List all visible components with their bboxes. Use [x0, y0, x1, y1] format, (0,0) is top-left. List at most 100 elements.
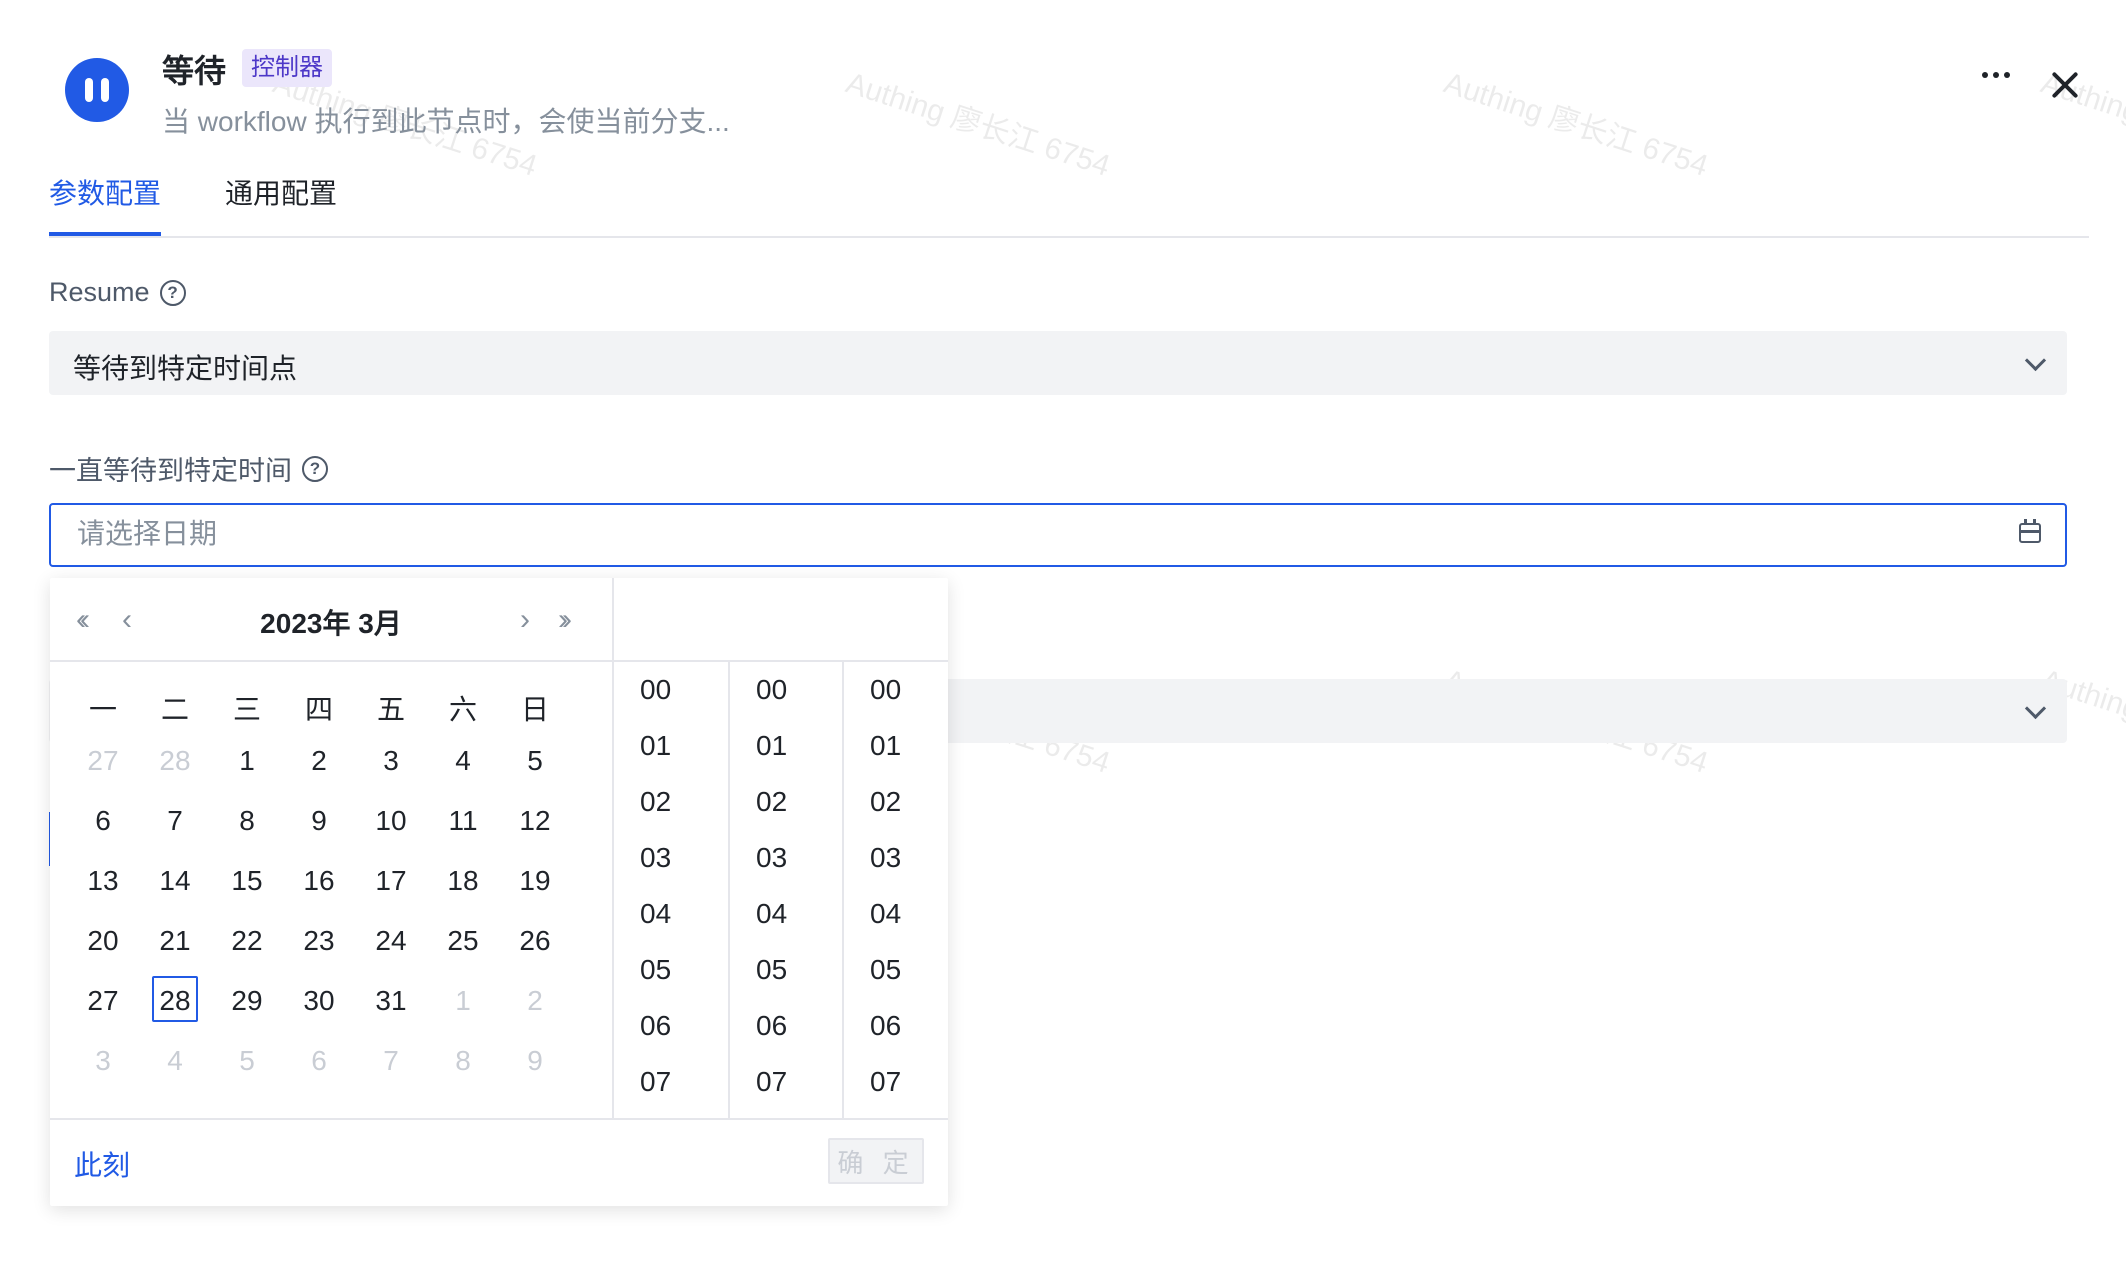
minute-option[interactable]: 02	[730, 774, 842, 830]
calendar-day[interactable]: 6	[283, 1036, 355, 1096]
calendar-day[interactable]: 10	[355, 796, 427, 856]
hour-option[interactable]: 02	[614, 774, 726, 830]
calendar-day[interactable]: 24	[355, 916, 427, 976]
close-icon[interactable]	[2050, 70, 2080, 100]
second-column[interactable]: 00 01 02 03 04 05 06 07	[842, 662, 956, 1118]
calendar-day[interactable]: 17	[355, 856, 427, 916]
hour-option[interactable]: 06	[614, 998, 726, 1054]
calendar-day[interactable]: 8	[211, 796, 283, 856]
calendar-day[interactable]: 31	[355, 976, 427, 1036]
calendar-day[interactable]: 6	[67, 796, 139, 856]
help-icon[interactable]: ?	[159, 279, 186, 306]
calendar-day[interactable]: 8	[427, 1036, 499, 1096]
calendar-day[interactable]: 5	[211, 1036, 283, 1096]
second-option[interactable]: 03	[844, 830, 956, 886]
weekday-label: 日	[520, 694, 549, 725]
second-option[interactable]: 07	[844, 1054, 956, 1110]
hour-option[interactable]: 03	[614, 830, 726, 886]
calendar-day[interactable]: 12	[499, 796, 571, 856]
second-option[interactable]: 00	[844, 662, 956, 718]
calendar-day-number: 4	[455, 745, 471, 776]
minute-option[interactable]: 04	[730, 886, 842, 942]
calendar-day-number: 8	[239, 805, 255, 836]
calendar-day[interactable]: 5	[499, 736, 571, 796]
calendar-day[interactable]: 20	[67, 916, 139, 976]
calendar-day[interactable]: 21	[139, 916, 211, 976]
calendar-day[interactable]: 22	[211, 916, 283, 976]
chevron-down-icon	[2024, 349, 2047, 372]
next-month-icon[interactable]: ›	[520, 605, 530, 635]
watermark: Authing 廖长江 6754	[1440, 66, 1712, 183]
hour-option[interactable]: 04	[614, 886, 726, 942]
hour-option[interactable]: 00	[614, 662, 726, 718]
resume-label: Resume ?	[49, 277, 186, 308]
minute-option[interactable]: 07	[730, 1054, 842, 1110]
calendar-day[interactable]: 27	[67, 736, 139, 796]
help-icon[interactable]: ?	[302, 455, 328, 482]
calendar-day[interactable]: 3	[67, 1036, 139, 1096]
tab-params-config[interactable]: 参数配置	[49, 172, 162, 236]
hour-option[interactable]: 05	[614, 942, 726, 998]
calendar-day[interactable]: 13	[67, 856, 139, 916]
date-input[interactable]	[75, 517, 1979, 551]
calendar-day[interactable]: 9	[283, 796, 355, 856]
minute-option[interactable]: 06	[730, 998, 842, 1054]
more-options-icon[interactable]	[1982, 72, 2010, 78]
calendar-day[interactable]: 16	[283, 856, 355, 916]
calendar-day-today[interactable]: 28	[139, 976, 211, 1036]
second-option[interactable]: 04	[844, 886, 956, 942]
calendar-day-number: 28	[152, 976, 198, 1022]
minute-option[interactable]: 03	[730, 830, 842, 886]
hour-option[interactable]: 07	[614, 1054, 726, 1110]
second-option[interactable]: 06	[844, 998, 956, 1054]
calendar-day-number: 30	[303, 985, 335, 1016]
minute-option[interactable]: 05	[730, 942, 842, 998]
calendar-day[interactable]: 26	[499, 916, 571, 976]
calendar-day-number: 29	[231, 985, 263, 1016]
calendar-day[interactable]: 4	[427, 736, 499, 796]
calendar-day[interactable]: 23	[283, 916, 355, 976]
calendar-day-number: 20	[87, 925, 119, 956]
second-option[interactable]: 01	[844, 718, 956, 774]
calendar-day[interactable]: 25	[427, 916, 499, 976]
month-title: 2023年 3月	[260, 608, 402, 639]
minute-column[interactable]: 00 01 02 03 04 05 06 07	[728, 662, 842, 1118]
calendar-day[interactable]: 15	[211, 856, 283, 916]
minute-option[interactable]: 00	[730, 662, 842, 718]
calendar-day[interactable]: 28	[139, 736, 211, 796]
calendar-header: ‹‹ ‹ 2023年 3月 › ››	[50, 578, 612, 662]
calendar-day[interactable]: 30	[283, 976, 355, 1036]
calendar-day[interactable]: 27	[67, 976, 139, 1036]
calendar-day[interactable]: 29	[211, 976, 283, 1036]
calendar-day-number: 8	[455, 1045, 471, 1076]
calendar-day[interactable]: 2	[499, 976, 571, 1036]
calendar-day[interactable]: 4	[139, 1036, 211, 1096]
calendar-day[interactable]: 11	[427, 796, 499, 856]
tabs-divider	[49, 236, 2089, 238]
calendar-day[interactable]: 1	[211, 736, 283, 796]
calendar-day[interactable]: 3	[355, 736, 427, 796]
now-button[interactable]: 此刻	[74, 1144, 130, 1184]
tab-general-config[interactable]: 通用配置	[225, 172, 337, 236]
calendar-day[interactable]: 18	[427, 856, 499, 916]
next-year-icon[interactable]: ››	[558, 605, 572, 635]
pause-icon	[65, 58, 129, 122]
minute-option[interactable]: 01	[730, 718, 842, 774]
hour-option[interactable]: 01	[614, 718, 726, 774]
hour-column[interactable]: 00 01 02 03 04 05 06 07	[614, 662, 726, 1118]
calendar-day-number: 1	[239, 745, 255, 776]
calendar-day[interactable]: 9	[499, 1036, 571, 1096]
date-picker-input[interactable]	[49, 503, 2067, 567]
resume-select[interactable]: 等待到特定时间点	[49, 331, 2067, 395]
calendar-day[interactable]: 7	[355, 1036, 427, 1096]
second-option[interactable]: 02	[844, 774, 956, 830]
confirm-button[interactable]: 确 定	[828, 1138, 924, 1184]
calendar-day[interactable]: 19	[499, 856, 571, 916]
calendar-day[interactable]: 14	[139, 856, 211, 916]
calendar-day[interactable]: 1	[427, 976, 499, 1036]
calendar-icon[interactable]	[2019, 519, 2041, 543]
calendar-day[interactable]: 2	[283, 736, 355, 796]
calendar-day[interactable]: 7	[139, 796, 211, 856]
calendar-day-number: 21	[159, 925, 191, 956]
second-option[interactable]: 05	[844, 942, 956, 998]
